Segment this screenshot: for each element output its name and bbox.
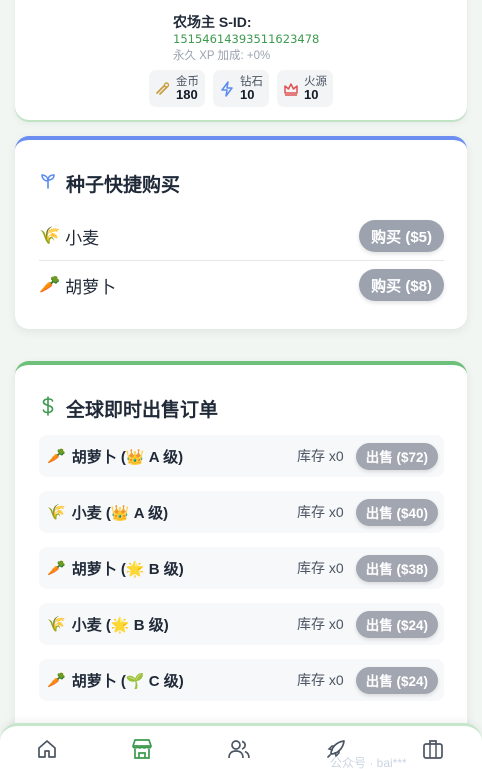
sell-button[interactable]: 出售 ($72)	[355, 442, 438, 470]
grade-icon: 👑	[125, 448, 145, 466]
wheat-icon: 🌾	[47, 616, 66, 633]
sell-button[interactable]: 出售 ($38)	[355, 554, 438, 582]
carrot-icon: 🥕	[47, 560, 66, 577]
stat-fire: 火源 10	[277, 70, 333, 107]
seed-item-name: 胡萝卜	[65, 277, 117, 297]
order-name: 胡萝卜 (👑 A 级)	[71, 448, 184, 466]
stat-diamonds-label: 钻石	[240, 75, 263, 88]
order-stock: 库存 x0	[297, 560, 344, 576]
order-row: 🌾 小麦 (👑 A 级) 库存 x0 出售 ($40)	[39, 491, 444, 533]
seed-shop-header: 种子快捷购买	[39, 170, 180, 197]
sell-orders-title: 全球即时出售订单	[66, 400, 219, 421]
seed-shop-card: 种子快捷购买 🌾 小麦 购买 ($5) 🥕 胡萝卜 购买 ($8)	[15, 136, 467, 329]
profile-card: 农场主 S-ID: 1515461439351162347​8 永久 XP 加成…	[15, 0, 467, 120]
wheat-icon: 🌾	[47, 504, 66, 521]
order-name: 小麦 (🌟 B 级)	[71, 616, 169, 634]
stat-diamonds-value: 10	[240, 86, 255, 102]
seed-shop-title: 种子快捷购买	[66, 175, 181, 196]
lightning-icon	[218, 80, 236, 98]
bottom-nav: 农场 市场 社交 火箭 背包	[0, 723, 482, 769]
sell-button[interactable]: 出售 ($24)	[355, 666, 438, 694]
coins-icon	[154, 80, 172, 98]
profile-xp-bonus: 永久 XP 加成: +0%	[173, 50, 271, 62]
home-icon	[36, 738, 58, 765]
profile-title: 农场主 S-ID:	[173, 14, 252, 30]
watermark: 公众号 · bai***	[330, 756, 407, 769]
profile-id: 1515461439351162347​8	[173, 32, 320, 46]
seed-item: 🌾 小麦 购买 ($5)	[39, 212, 444, 260]
order-row: 🌾 小麦 (🌟 B 级) 库存 x0 出售 ($24)	[39, 603, 444, 645]
order-stock: 库存 x0	[297, 448, 344, 464]
nav-item-social[interactable]: 社交	[199, 738, 279, 769]
order-stock: 库存 x0	[297, 504, 344, 520]
stat-fire-value: 10	[304, 86, 319, 102]
sell-button[interactable]: 出售 ($24)	[355, 610, 438, 638]
grade-icon: 🌟	[125, 560, 145, 578]
buy-wheat-button[interactable]: 购买 ($5)	[359, 220, 444, 252]
stat-fire-label: 火源	[304, 75, 327, 88]
seed-item: 🥕 胡萝卜 购买 ($8)	[39, 261, 444, 309]
order-name: 胡萝卜 (🌟 B 级)	[71, 560, 184, 578]
carrot-icon: 🥕	[39, 275, 61, 294]
order-row: 🥕 胡萝卜 (🌱 C 级) 库存 x0 出售 ($24)	[39, 659, 444, 701]
stat-coins: 金币 180	[149, 70, 205, 107]
order-row: 🥕 胡萝卜 (🌟 B 级) 库存 x0 出售 ($38)	[39, 547, 444, 589]
wheat-icon: 🌾	[39, 226, 61, 245]
stat-coins-label: 金币	[176, 75, 199, 88]
store-icon	[130, 738, 154, 765]
order-stock: 库存 x0	[297, 616, 344, 632]
order-name: 小麦 (👑 A 级)	[71, 504, 169, 522]
carrot-icon: 🥕	[47, 672, 66, 689]
grade-icon: 👑	[110, 504, 130, 522]
sprout-icon	[39, 172, 57, 196]
app-page: 农场主 S-ID: 1515461439351162347​8 永久 XP 加成…	[0, 0, 482, 769]
users-icon	[227, 738, 251, 765]
grade-icon: 🌟	[110, 616, 130, 634]
sell-button[interactable]: 出售 ($40)	[355, 498, 438, 526]
grade-icon: 🌱	[125, 672, 145, 690]
seed-item-name: 小麦	[65, 228, 100, 248]
order-stock: 库存 x0	[297, 672, 344, 688]
sell-orders-header: 全球即时出售订单	[39, 395, 218, 422]
crown-icon	[282, 80, 300, 98]
buy-carrot-button[interactable]: 购买 ($8)	[359, 269, 444, 301]
stat-coins-value: 180	[176, 86, 198, 102]
order-name: 胡萝卜 (🌱 C 级)	[71, 672, 184, 690]
carrot-icon: 🥕	[47, 448, 66, 465]
order-row: 🥕 胡萝卜 (👑 A 级) 库存 x0 出售 ($72)	[39, 435, 444, 477]
nav-item-farm[interactable]: 农场	[7, 738, 87, 769]
dollar-icon	[39, 395, 57, 422]
bag-icon	[422, 738, 444, 765]
nav-item-market[interactable]: 市场	[102, 738, 182, 769]
stat-diamonds: 钻石 10	[213, 70, 269, 107]
sell-orders-card: 全球即时出售订单 🥕 胡萝卜 (👑 A 级) 库存 x0 出售 ($72) 🌾 …	[15, 361, 467, 769]
